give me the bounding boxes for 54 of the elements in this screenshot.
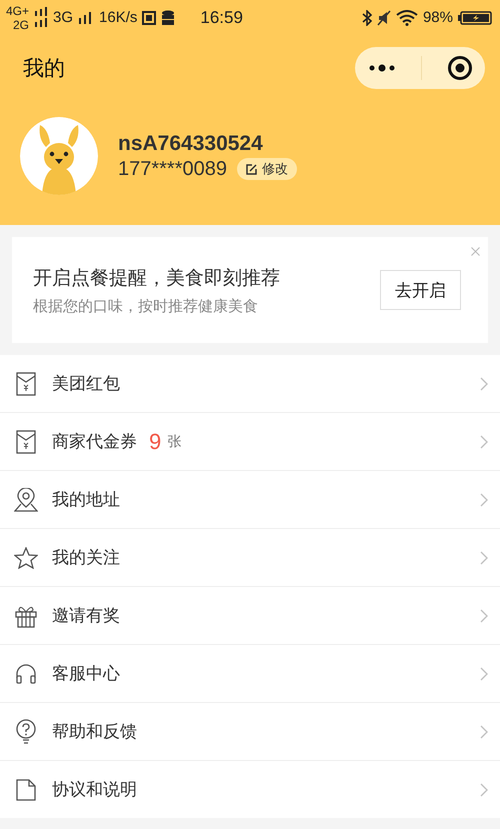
menu-label: 美团红包 xyxy=(52,373,120,395)
chevron-right-icon xyxy=(480,434,488,448)
chevron-right-icon xyxy=(480,666,488,680)
menu-label: 邀请有奖 xyxy=(52,605,120,627)
network-label: 3G xyxy=(53,9,74,26)
document-icon xyxy=(14,778,38,802)
headset-icon xyxy=(14,664,38,684)
menu-item[interactable]: 商家代金券 9 张 xyxy=(0,413,500,470)
menu-label: 协议和说明 xyxy=(52,779,137,801)
chevron-right-icon xyxy=(480,550,488,564)
bluetooth-icon xyxy=(362,10,372,26)
reminder-subtitle: 根据您的口味，按时推荐健康美食 xyxy=(33,296,259,316)
edit-icon xyxy=(246,164,257,174)
envelope-icon xyxy=(14,430,38,454)
help-icon xyxy=(14,718,38,744)
star-icon xyxy=(14,546,38,568)
clock: 16:59 xyxy=(200,8,243,28)
menu-label: 商家代金券 xyxy=(52,431,137,453)
menu-item[interactable]: 客服中心 xyxy=(0,645,500,702)
chevron-right-icon xyxy=(480,608,488,622)
battery-label: 98% xyxy=(422,9,453,26)
more-icon[interactable] xyxy=(367,62,398,72)
menu-item[interactable]: 协议和说明 xyxy=(0,761,500,818)
enable-button[interactable]: 去开启 xyxy=(380,270,461,310)
battery-icon xyxy=(458,10,492,24)
phone-number: 177****0089 xyxy=(118,158,227,180)
coupon-count: 9 xyxy=(149,428,162,454)
menu-label: 客服中心 xyxy=(52,663,120,685)
menu-item[interactable]: 帮助和反馈 xyxy=(0,703,500,760)
chevron-right-icon xyxy=(480,376,488,390)
chevron-right-icon xyxy=(480,724,488,738)
count-unit: 张 xyxy=(167,432,182,450)
chevron-right-icon xyxy=(480,782,488,796)
location-icon xyxy=(14,488,38,512)
menu-label: 我的地址 xyxy=(52,489,120,511)
menu-item[interactable]: 美团红包 xyxy=(0,355,500,412)
menu-label: 帮助和反馈 xyxy=(52,721,137,743)
page-title: 我的 xyxy=(23,54,65,82)
mute-icon xyxy=(376,10,391,26)
speed-label: 16K/s xyxy=(99,9,138,26)
signal-icon xyxy=(34,6,48,28)
signal-label: 2G xyxy=(13,18,30,32)
menu-item[interactable]: 邀请有奖 xyxy=(0,587,500,644)
wifi-icon xyxy=(396,10,418,26)
chevron-right-icon xyxy=(480,492,488,506)
username: nsA764330524 xyxy=(118,132,264,156)
reminder-title: 开启点餐提醒，美食即刻推荐 xyxy=(33,266,281,290)
edit-button[interactable]: 修改 xyxy=(237,158,297,180)
menu-item[interactable]: 我的地址 xyxy=(0,471,500,528)
signal-label: 4G+ xyxy=(6,4,30,18)
envelope-icon xyxy=(14,372,38,396)
database-icon xyxy=(161,10,176,26)
menu-item[interactable]: 我的关注 xyxy=(0,529,500,586)
menu-label: 我的关注 xyxy=(52,547,120,569)
